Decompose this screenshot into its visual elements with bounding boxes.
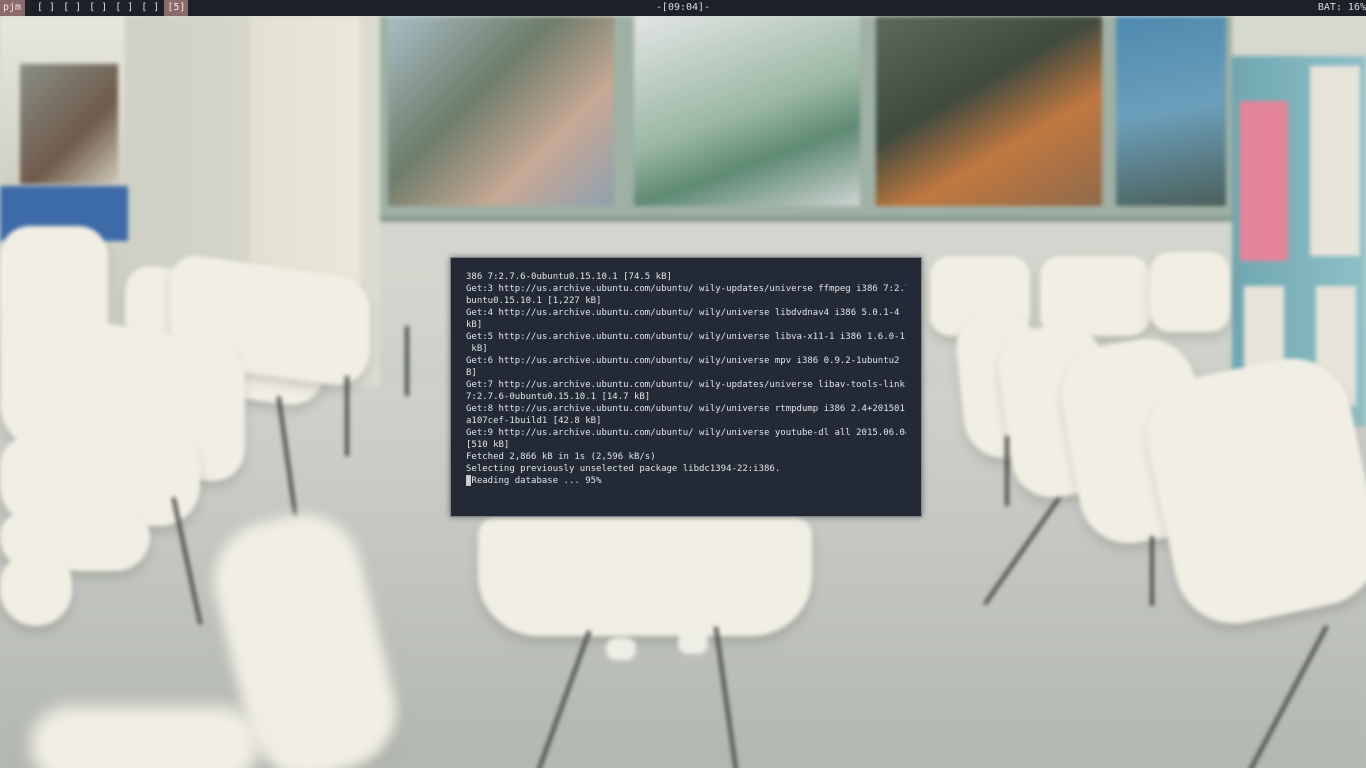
terminal-line: Get:3 http://us.archive.ubuntu.com/ubunt… — [466, 284, 906, 294]
terminal-output[interactable]: 386 7:2.7.6-0ubuntu0.15.10.1 [74.5 kB] G… — [466, 271, 906, 507]
terminal-line: Get:6 http://us.archive.ubuntu.com/ubunt… — [466, 356, 906, 366]
desktop: pjm [ ] [ ] [ ] [ ] [ ] [5] -[09:04]- BA… — [0, 0, 1366, 768]
battery-status: BAT: 16% — [1317, 2, 1366, 13]
status-bar: pjm [ ] [ ] [ ] [ ] [ ] [5] -[09:04]- BA… — [0, 0, 1366, 16]
terminal-line: 7:2.7.6-0ubuntu0.15.10.1 [14.7 kB] — [466, 392, 651, 402]
terminal-line: Selecting previously unselected package … — [466, 464, 781, 474]
terminal-line: [510 kB] — [466, 440, 510, 450]
terminal-cursor — [466, 475, 471, 486]
terminal-line: a107cef-1build1 [42.8 kB] — [466, 416, 602, 426]
terminal-line: Get:8 http://us.archive.ubuntu.com/ubunt… — [466, 404, 906, 414]
terminal-line: Fetched 2,866 kB in 1s (2,596 kB/s) — [466, 452, 656, 462]
terminal-line: kB] — [466, 344, 488, 354]
terminal-line: Get:7 http://us.archive.ubuntu.com/ubunt… — [466, 380, 906, 390]
terminal-line: kB] — [466, 320, 483, 330]
terminal-line: Get:5 http://us.archive.ubuntu.com/ubunt… — [466, 332, 906, 342]
terminal-line: Get:4 http://us.archive.ubuntu.com/ubunt… — [466, 308, 906, 318]
terminal-window[interactable]: 386 7:2.7.6-0ubuntu0.15.10.1 [74.5 kB] G… — [450, 257, 922, 517]
clock: -[09:04]- — [655, 2, 711, 13]
terminal-line: B] — [466, 368, 477, 378]
terminal-prompt-line: (Reading database ... 95% — [466, 475, 906, 487]
terminal-line: buntu0.15.10.1 [1,227 kB] — [466, 296, 602, 306]
terminal-line: (Reading database ... 95% — [466, 476, 602, 486]
terminal-line: Get:9 http://us.archive.ubuntu.com/ubunt… — [466, 428, 906, 438]
terminal-line: 386 7:2.7.6-0ubuntu0.15.10.1 [74.5 kB] — [466, 272, 672, 282]
